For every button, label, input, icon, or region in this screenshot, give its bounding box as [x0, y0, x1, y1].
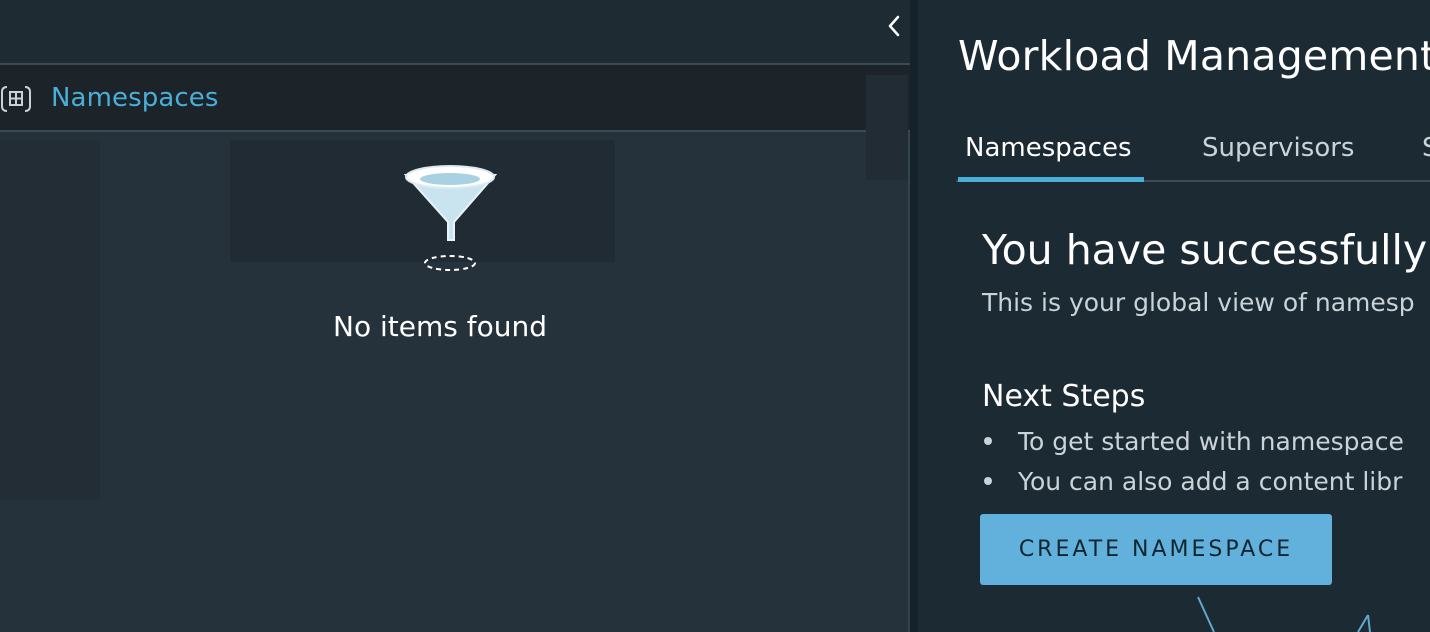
list-item: You can also add a content libr	[982, 467, 1402, 496]
empty-state-message: No items found	[333, 310, 547, 343]
collapse-panel-button[interactable]	[880, 10, 908, 42]
next-steps-heading: Next Steps	[982, 379, 1146, 414]
chevron-left-icon	[888, 15, 900, 37]
tab-third[interactable]: S	[1422, 133, 1430, 163]
success-heading: You have successfully	[982, 226, 1428, 274]
bullet-icon	[984, 477, 992, 485]
page-title: Workload Management	[958, 32, 1430, 80]
success-subtitle: This is your global view of namesp	[982, 288, 1415, 317]
tab-supervisors[interactable]: Supervisors	[1202, 133, 1354, 163]
main-content: Workload Management Namespaces Superviso…	[918, 0, 1430, 632]
list-item: To get started with namespace	[982, 427, 1404, 456]
create-namespace-button[interactable]: CREATE NAMESPACE	[980, 514, 1332, 585]
namespaces-link[interactable]: Namespaces	[51, 83, 219, 113]
namespace-icon	[1, 86, 31, 112]
funnel-icon	[403, 165, 498, 271]
navigator-toolbar	[0, 0, 910, 65]
tab-namespaces[interactable]: Namespaces	[965, 133, 1132, 163]
active-tab-indicator	[958, 177, 1144, 182]
navigator-panel: Namespaces No items found	[0, 0, 910, 632]
illustration-fragment	[1197, 596, 1371, 632]
step-text: To get started with namespace	[1018, 427, 1404, 456]
bullet-icon	[984, 437, 992, 445]
step-text: You can also add a content libr	[1018, 467, 1403, 496]
panel-divider[interactable]	[910, 0, 918, 632]
